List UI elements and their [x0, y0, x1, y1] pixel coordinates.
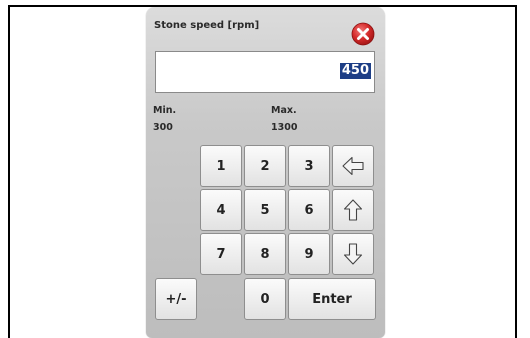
max-label: Max. [271, 105, 297, 116]
arrow-up-icon [343, 199, 363, 221]
enter-button[interactable]: Enter [288, 278, 376, 320]
key-1[interactable]: 1 [200, 145, 242, 187]
arrow-down-icon [343, 243, 363, 265]
key-9[interactable]: 9 [288, 233, 330, 275]
close-icon [351, 22, 375, 46]
key-6[interactable]: 6 [288, 189, 330, 231]
min-label: Min. [153, 105, 177, 116]
key-7[interactable]: 7 [200, 233, 242, 275]
sign-toggle-button[interactable]: +/- [155, 278, 197, 320]
dialog-title: Stone speed [rpm] [154, 20, 260, 31]
key-5[interactable]: 5 [244, 189, 286, 231]
key-0[interactable]: 0 [244, 278, 286, 320]
min-value: 300 [153, 122, 173, 133]
increment-button[interactable] [332, 189, 374, 231]
key-8[interactable]: 8 [244, 233, 286, 275]
arrow-left-icon [342, 156, 364, 176]
numeric-input-dialog: Stone speed [rpm] 450 Min. 300 Max. 1300… [146, 7, 385, 338]
key-2[interactable]: 2 [244, 145, 286, 187]
close-button[interactable] [351, 22, 375, 46]
key-4[interactable]: 4 [200, 189, 242, 231]
selected-value: 450 [339, 63, 371, 79]
value-input[interactable]: 450 [155, 51, 375, 93]
key-3[interactable]: 3 [288, 145, 330, 187]
cursor-left-button[interactable] [332, 145, 374, 187]
decrement-button[interactable] [332, 233, 374, 275]
max-value: 1300 [271, 122, 298, 133]
